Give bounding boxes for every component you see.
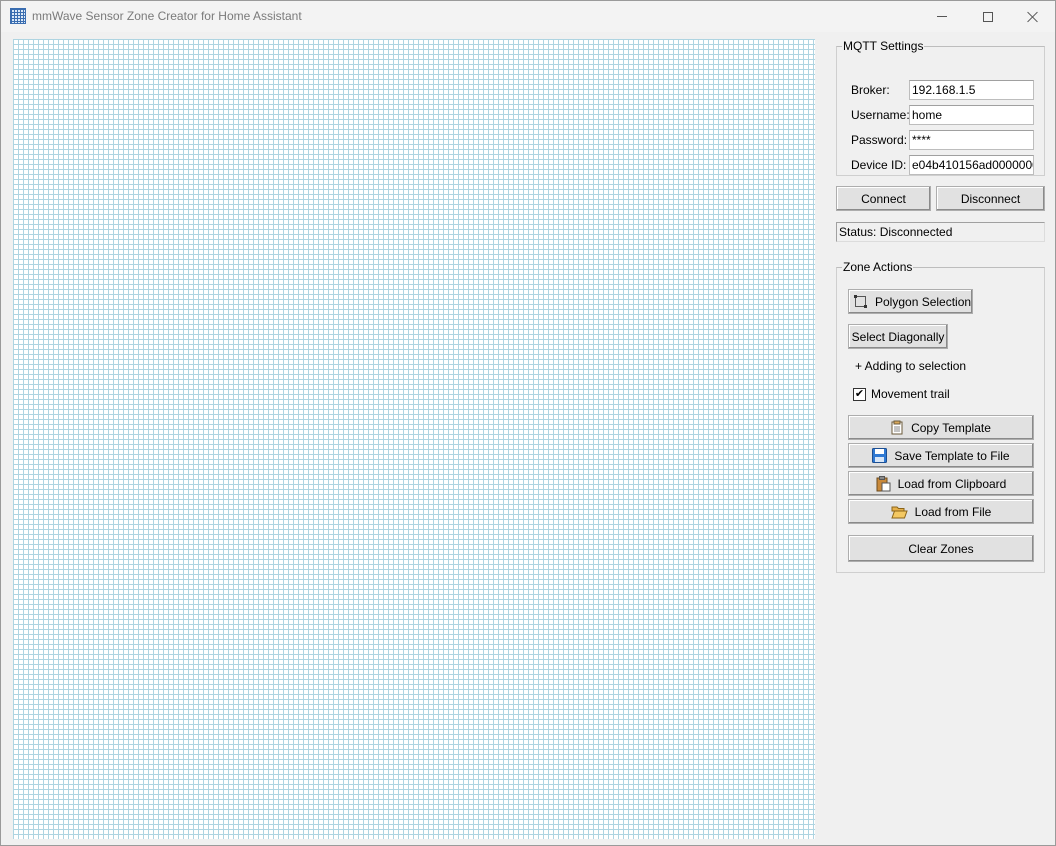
username-input[interactable]: home	[909, 105, 1034, 125]
save-template-label: Save Template to File	[894, 448, 1010, 463]
zone-grid-canvas[interactable]	[13, 39, 815, 839]
mqtt-settings-legend: MQTT Settings	[843, 39, 924, 53]
device-id-input[interactable]: e04b410156ad000000000	[909, 155, 1034, 175]
movement-trail-checkbox[interactable]: ✔	[853, 387, 866, 401]
device-id-label: Device ID:	[851, 158, 907, 172]
open-folder-icon	[890, 506, 908, 518]
movement-trail-checkbox-row[interactable]: ✔ Movement trail	[853, 386, 950, 402]
movement-trail-label: Movement trail	[871, 387, 950, 401]
polygon-selection-label: Polygon Selection	[875, 294, 972, 309]
polygon-select-icon	[854, 295, 867, 308]
close-button[interactable]	[1010, 1, 1056, 32]
load-from-file-label: Load from File	[914, 504, 992, 519]
mqtt-settings-group: MQTT Settings Broker: 192.168.1.5 Userna…	[836, 39, 1045, 176]
disconnect-button[interactable]: Disconnect	[936, 186, 1045, 211]
maximize-icon	[983, 11, 993, 22]
clear-zones-button[interactable]: Clear Zones	[848, 535, 1034, 562]
title-bar[interactable]: mmWave Sensor Zone Creator for Home Assi…	[1, 1, 1055, 32]
minimize-icon	[937, 16, 947, 17]
copy-template-label: Copy Template	[911, 420, 991, 435]
minimize-button[interactable]	[919, 1, 965, 32]
adding-to-selection-label: + Adding to selection	[855, 359, 967, 373]
load-from-file-button[interactable]: Load from File	[848, 499, 1034, 524]
polygon-selection-button[interactable]: Polygon Selection	[848, 289, 973, 314]
close-icon	[1027, 11, 1039, 23]
status-label: Status: Disconnected	[836, 222, 1045, 242]
save-floppy-icon	[872, 448, 888, 463]
connect-button[interactable]: Connect	[836, 186, 931, 211]
app-grid-icon	[10, 8, 26, 24]
save-template-button[interactable]: Save Template to File	[848, 443, 1034, 468]
window-title: mmWave Sensor Zone Creator for Home Assi…	[32, 9, 302, 23]
select-diagonally-button[interactable]: Select Diagonally	[848, 324, 948, 349]
copy-template-button[interactable]: Copy Template	[848, 415, 1034, 440]
password-label: Password:	[851, 133, 908, 147]
maximize-button[interactable]	[965, 1, 1011, 32]
zone-actions-legend: Zone Actions	[843, 260, 913, 274]
clipboard-copy-icon	[891, 420, 903, 435]
app-window: mmWave Sensor Zone Creator for Home Assi…	[0, 0, 1056, 846]
username-label: Username:	[851, 108, 910, 122]
password-input[interactable]: ****	[909, 130, 1034, 150]
broker-input[interactable]: 192.168.1.5	[909, 80, 1034, 100]
broker-label: Broker:	[851, 83, 890, 97]
load-from-clipboard-button[interactable]: Load from Clipboard	[848, 471, 1034, 496]
clipboard-paste-icon	[876, 475, 891, 491]
load-from-clipboard-label: Load from Clipboard	[897, 476, 1007, 491]
